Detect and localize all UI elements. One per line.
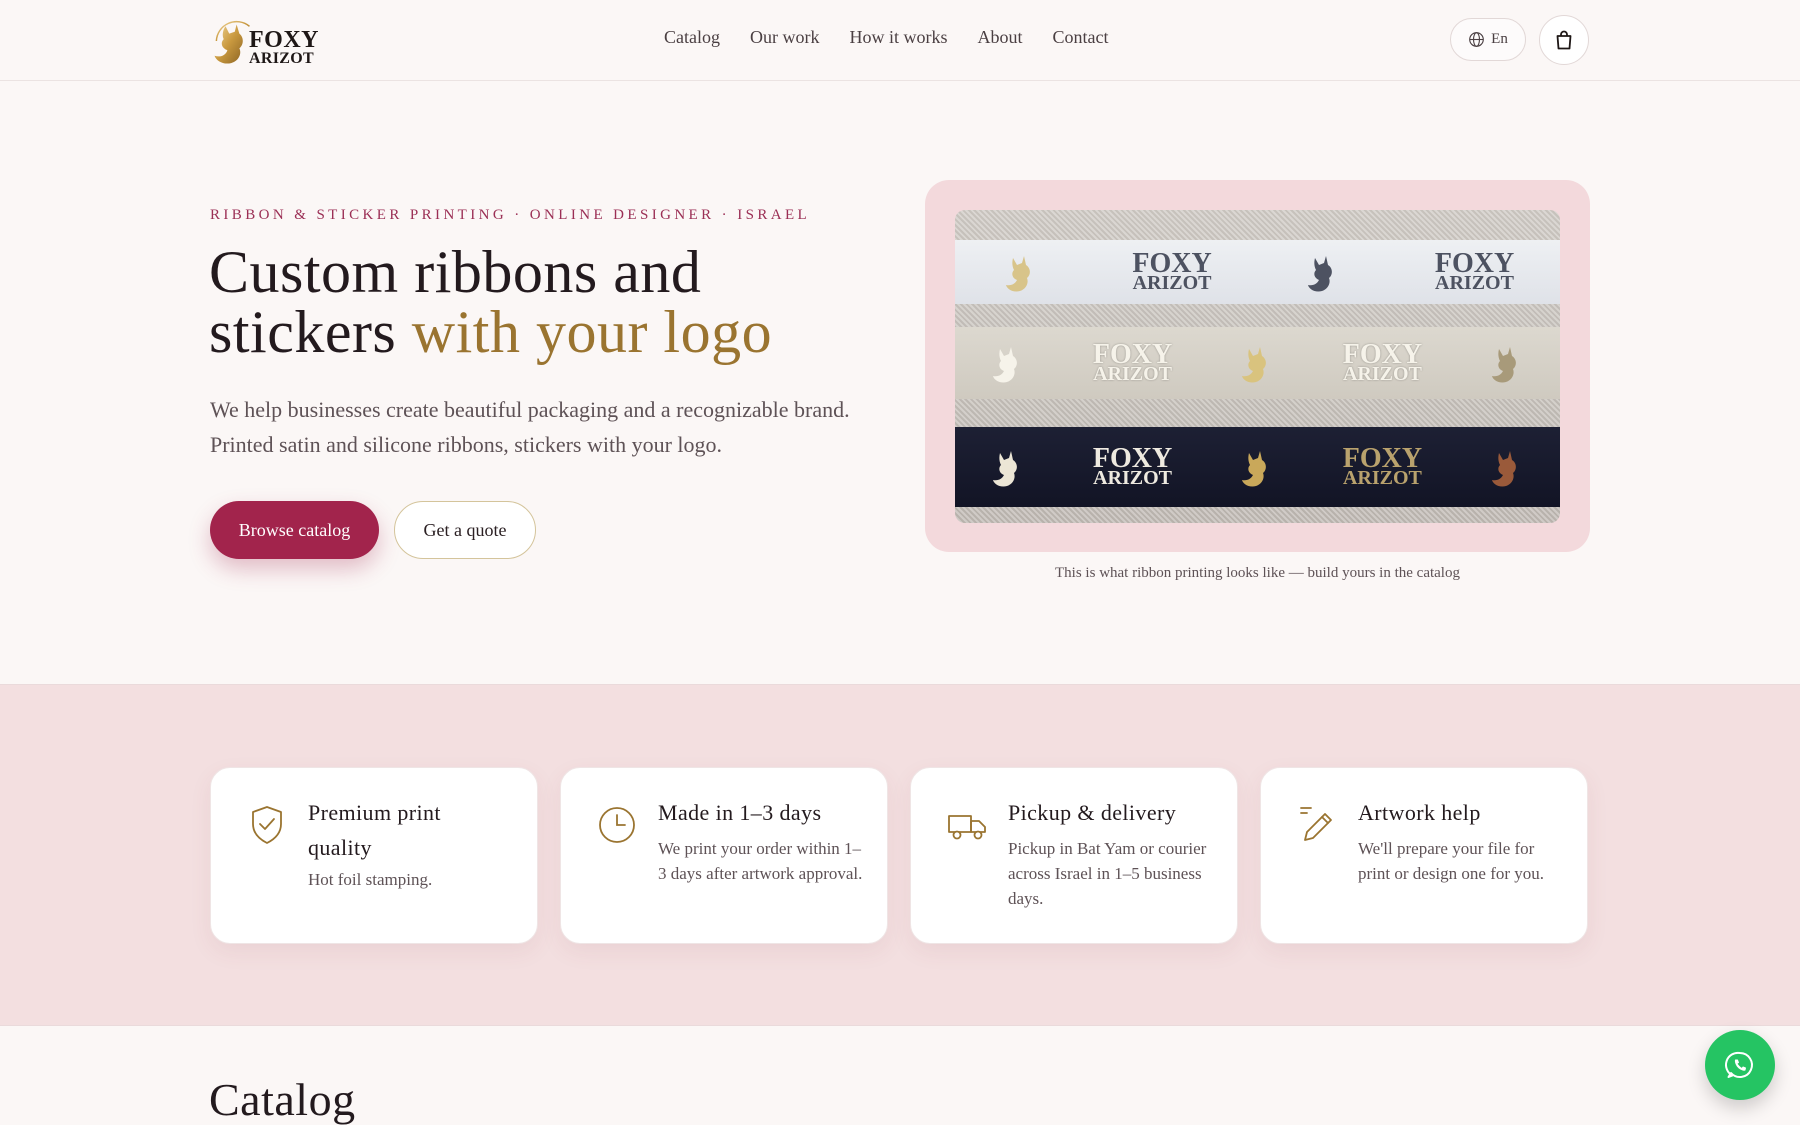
hero-image-caption: This is what ribbon printing looks like … [1055, 565, 1460, 581]
fox-logo-icon [1242, 347, 1267, 383]
feature-card-speed: Made in 1–3 days We print your order wit… [560, 767, 888, 944]
nav-link-our-work[interactable]: Our work [750, 27, 820, 48]
fox-logo-icon [992, 347, 1017, 383]
ribbon-logo-line2: ARIZOT [1132, 272, 1212, 295]
nav-link-contact[interactable]: Contact [1053, 27, 1109, 48]
feature-card-artwork: Artwork help We'll prepare your file for… [1260, 767, 1588, 944]
whatsapp-chat-button[interactable] [1705, 1030, 1775, 1100]
feature-text: Pickup in Bat Yam or courier across Isra… [1008, 839, 1207, 908]
language-label: En [1491, 31, 1508, 47]
main-nav: Catalog Our work How it works About Cont… [664, 27, 1139, 48]
catalog-section-title: Catalog [209, 1074, 356, 1125]
hero-title-line2: stickers [209, 299, 412, 365]
ribbon-navy: FOXY ARIZOT FOXY ARIZOT [955, 427, 1560, 507]
brand-wordmark: FOXY ARIZOT [249, 27, 319, 67]
feature-text: We print your order within 1–3 days afte… [658, 839, 863, 883]
ribbon-white: FOXY ARIZOT FOXY ARIZOT [955, 240, 1560, 304]
shield-check-icon [252, 806, 282, 844]
feature-text: We'll prepare your file for print or des… [1358, 839, 1545, 883]
ribbon-logo-text: FOXY ARIZOT [1093, 444, 1172, 490]
ribbon-logo-line2: ARIZOT [1342, 467, 1422, 490]
feature-title: Pickup & delivery [1008, 800, 1177, 825]
whatsapp-icon [1725, 1051, 1753, 1078]
truck-icon [948, 815, 986, 840]
ribbon-logo-text: FOXY ARIZOT [1342, 444, 1422, 490]
ribbon-logo-text: FOXY ARIZOT [1093, 340, 1172, 386]
cart-button[interactable] [1539, 15, 1589, 65]
nav-link-catalog[interactable]: Catalog [664, 27, 720, 48]
ribbon-sample-photo: FOXY ARIZOT FOXY ARIZOT FOXY ARIZOT FOXY ARI… [955, 210, 1560, 523]
brand-name-line2: ARIZOT [249, 49, 314, 67]
ribbon-silver: FOXY ARIZOT FOXY ARIZOT [955, 327, 1560, 399]
feature-text: Hot foil stamping. [308, 870, 433, 889]
ribbon-logo-line2: ARIZOT [1093, 467, 1172, 490]
hero-description: We help businesses create beautiful pack… [210, 397, 850, 457]
fox-logo-icon [1242, 451, 1267, 487]
feature-card-delivery: Pickup & delivery Pickup in Bat Yam or c… [910, 767, 1238, 944]
hero-eyebrow: RIBBON & STICKER PRINTING · ONLINE DESIG… [210, 207, 811, 223]
get-quote-button[interactable]: Get a quote [394, 501, 536, 559]
browse-catalog-button[interactable]: Browse catalog [210, 501, 379, 559]
ribbon-logo-text: FOXY ARIZOT [1132, 249, 1212, 295]
fox-logo-icon [1005, 256, 1030, 292]
hero-title: Custom ribbons and stickers with your lo… [209, 242, 849, 362]
nav-link-about[interactable]: About [978, 27, 1023, 48]
fox-logo-icon [1308, 256, 1333, 292]
language-switcher[interactable]: En [1450, 18, 1526, 61]
fox-logo-icon [1492, 451, 1517, 487]
site-header: FOXY ARIZOT Catalog Our work How it work… [0, 0, 1800, 81]
brand-name-line1: FOXY [249, 27, 319, 53]
ribbon-logo-line2: ARIZOT [1093, 363, 1172, 386]
pencil-icon [1300, 807, 1332, 841]
feature-card-quality: Premium print quality Hot foil stamping. [210, 767, 538, 944]
features-band: Premium print quality Hot foil stamping.… [0, 684, 1800, 1026]
fox-logo-icon [1492, 347, 1517, 383]
ribbon-logo-line2: ARIZOT [1342, 363, 1422, 386]
nav-link-how-it-works[interactable]: How it works [850, 27, 948, 48]
hero-title-accent: with your logo [411, 299, 773, 365]
globe-icon [1469, 32, 1485, 47]
clock-icon [599, 807, 635, 843]
hero-title-line1: Custom ribbons and [209, 239, 702, 305]
feature-title: Premium print quality [308, 800, 441, 860]
hero-image-frame: FOXY ARIZOT FOXY ARIZOT FOXY ARIZOT FOXY ARI… [925, 180, 1590, 552]
ribbon-logo-line2: ARIZOT [1435, 272, 1514, 295]
ribbon-logo-text: FOXY ARIZOT [1342, 340, 1422, 386]
shopping-bag-icon [1556, 30, 1572, 50]
feature-title: Artwork help [1358, 800, 1481, 825]
fox-logo-icon [992, 451, 1017, 487]
brand-logo[interactable]: FOXY ARIZOT [209, 11, 319, 71]
feature-title: Made in 1–3 days [658, 800, 822, 825]
ribbon-logo-text: FOXY ARIZOT [1435, 249, 1514, 295]
